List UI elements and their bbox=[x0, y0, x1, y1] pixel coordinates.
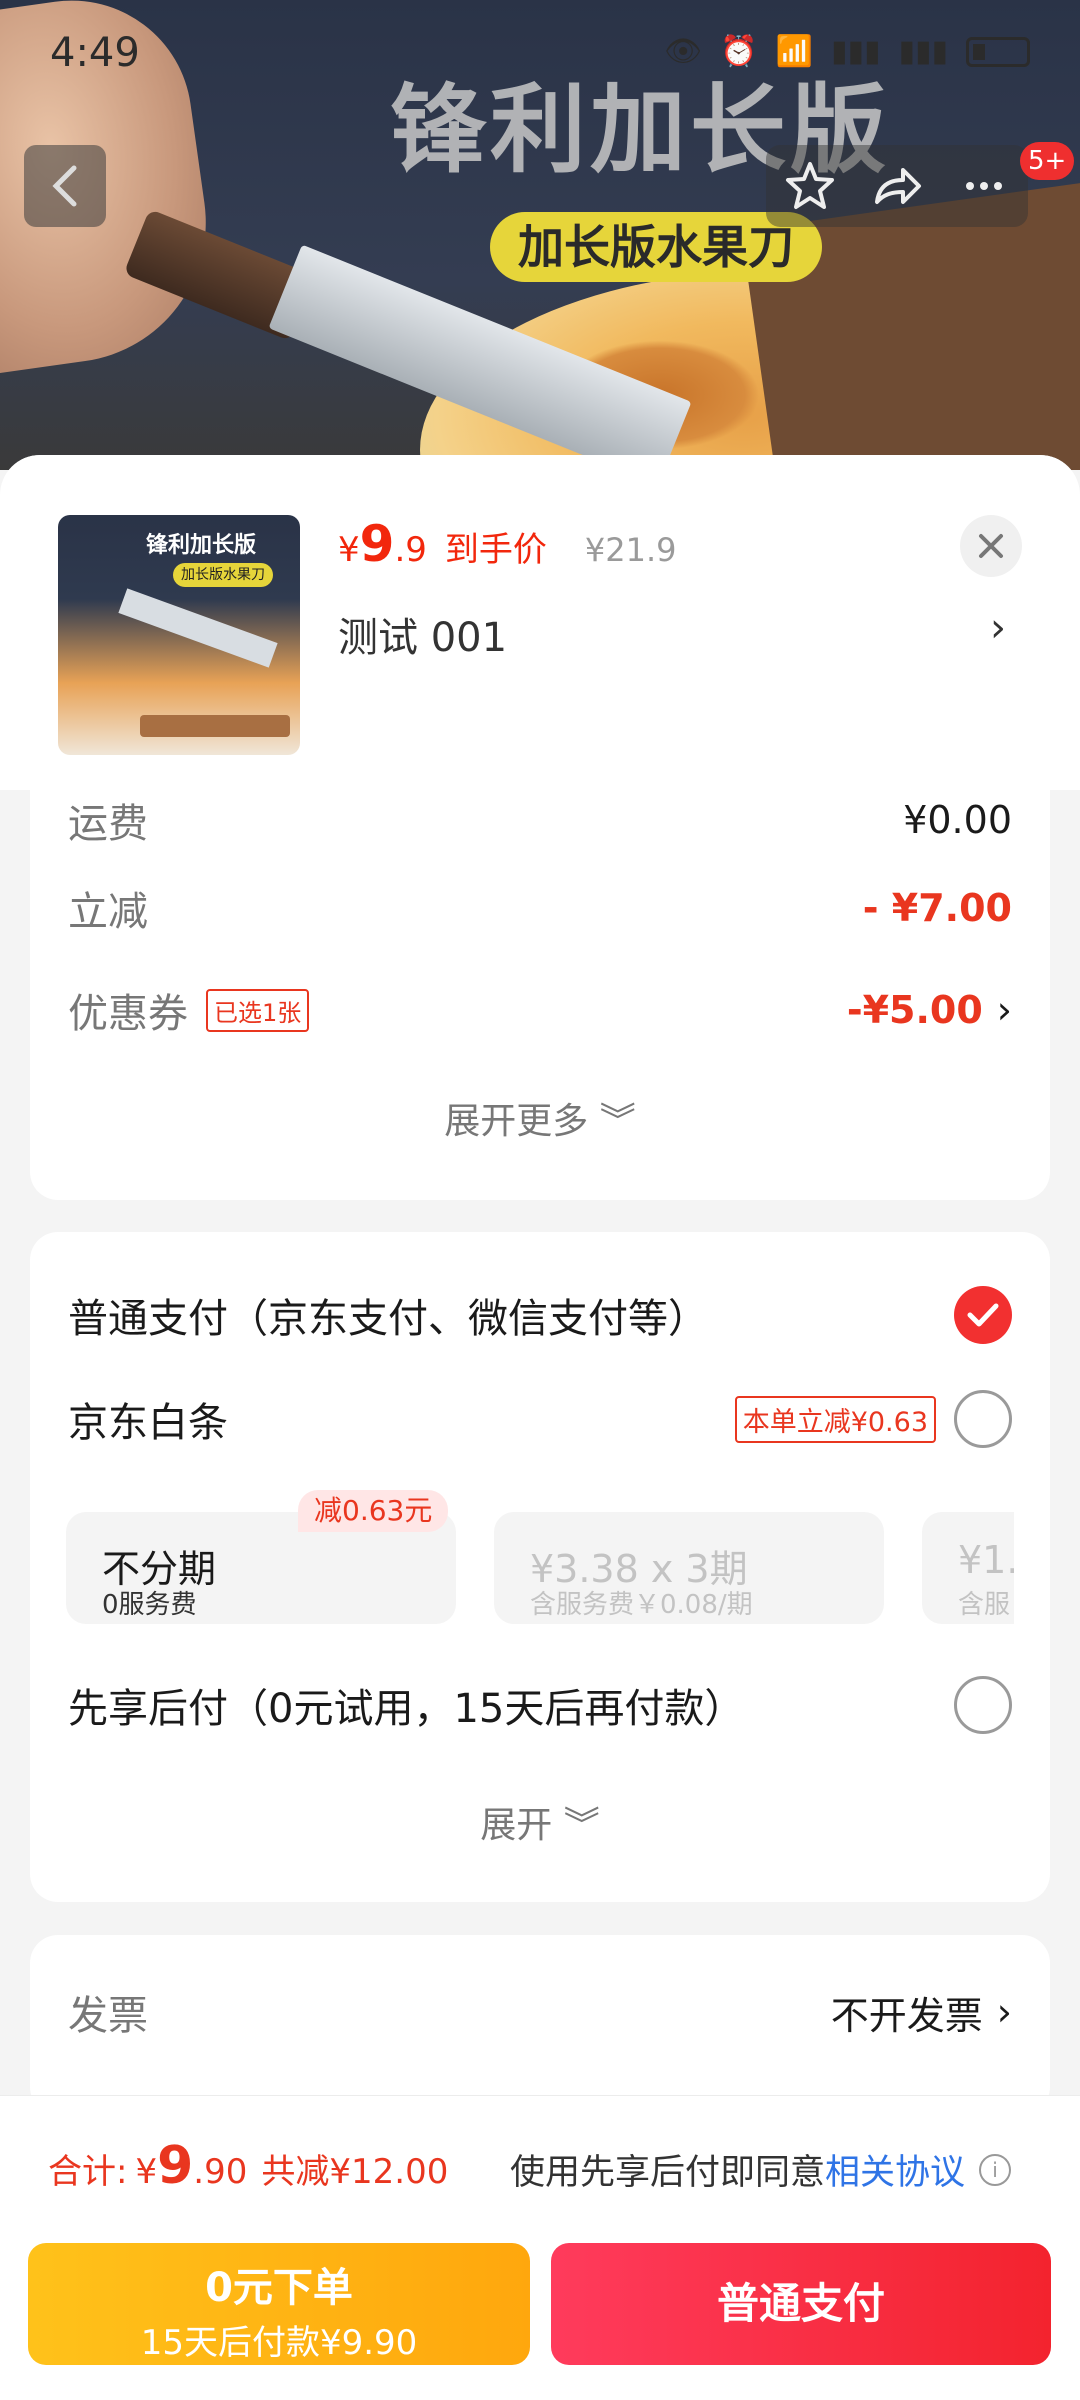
price-tag: 到手价 bbox=[444, 530, 547, 570]
invoice-label: 发票 bbox=[68, 1993, 148, 2039]
price-decimal: .9 bbox=[394, 530, 427, 570]
payment-normal-radio[interactable] bbox=[954, 1286, 1012, 1344]
price-line: ¥ 9 .9 到手价 ¥21.9 bbox=[338, 515, 677, 573]
payment-card: 普通支付（京东支付、微信支付等） 京东白条 本单立减¥0.63 不分期 0服务费… bbox=[30, 1232, 1050, 1902]
total-integer: 9 bbox=[157, 2136, 194, 2196]
signal-icon: ▮▮▮ bbox=[830, 34, 881, 69]
installment-plans: 不分期 0服务费 ¥3.38 x 3期 含服务费￥0.08/期 ¥1.7 含服 bbox=[66, 1502, 1014, 1632]
thumb-title: 锋利加长版 bbox=[146, 533, 257, 558]
status-time: 4:49 bbox=[50, 30, 140, 76]
thumb-knife-graphic bbox=[118, 588, 278, 668]
alarm-icon: ⏰ bbox=[720, 34, 758, 69]
discount-row: 立减 - ¥7.00 bbox=[68, 878, 1012, 938]
thumb-case-graphic bbox=[140, 715, 290, 737]
invoice-row[interactable]: 发票 不开发票 › bbox=[68, 1977, 1012, 2047]
expand-more-button[interactable]: 展开更多 ︾ bbox=[30, 1092, 1050, 1144]
shipping-value: ¥0.00 bbox=[903, 798, 1012, 842]
baitiao-row[interactable]: 京东白条 本单立减¥0.63 bbox=[68, 1384, 1012, 1454]
close-button[interactable] bbox=[960, 515, 1022, 577]
invoice-card: 发票 不开发票 › bbox=[30, 1935, 1050, 2115]
normal-pay-button[interactable]: 普通支付 bbox=[551, 2243, 1051, 2365]
total-currency: ¥ bbox=[135, 2152, 158, 2192]
paylater-row[interactable]: 先享后付（0元试用，15天后再付款） bbox=[68, 1670, 1012, 1740]
plan-discount-badge: 减0.63元 bbox=[298, 1490, 449, 1532]
paylater-radio[interactable] bbox=[954, 1676, 1012, 1734]
coupon-value: -¥5.00 bbox=[846, 988, 983, 1032]
payment-expand-button[interactable]: 展开 ︾ bbox=[30, 1796, 1050, 1848]
chevron-right-icon[interactable]: › bbox=[997, 1990, 1012, 2034]
discount-label: 立减 bbox=[68, 889, 148, 935]
plan-subtitle: 0服务费 bbox=[102, 1590, 197, 1620]
total-label: 合计: bbox=[48, 2152, 128, 2192]
baitiao-radio[interactable] bbox=[954, 1390, 1012, 1448]
baitiao-promo-chip: 本单立减¥0.63 bbox=[734, 1395, 936, 1443]
total-decimal: .90 bbox=[193, 2152, 248, 2192]
plan-subtitle: 含服 bbox=[958, 1590, 1011, 1620]
top-actions-bar bbox=[766, 145, 1028, 227]
chevron-right-icon[interactable]: › bbox=[990, 605, 1006, 651]
thumb-subtitle: 加长版水果刀 bbox=[173, 563, 273, 587]
payment-normal-row[interactable]: 普通支付（京东支付、微信支付等） bbox=[68, 1280, 1012, 1350]
fee-card: 运费 ¥0.00 立减 - ¥7.00 优惠券 已选1张 -¥5.00 › 展开… bbox=[30, 790, 1050, 1200]
more-icon[interactable] bbox=[956, 158, 1012, 214]
selected-spec[interactable]: 测试 001 bbox=[338, 605, 507, 663]
share-icon[interactable] bbox=[869, 158, 925, 214]
price-currency: ¥ bbox=[338, 530, 360, 570]
plan-option[interactable]: ¥3.38 x 3期 含服务费￥0.08/期 bbox=[494, 1512, 884, 1624]
close-icon bbox=[979, 534, 1003, 558]
total-saved: 共减¥12.00 bbox=[261, 2152, 449, 2192]
check-icon bbox=[967, 1303, 999, 1327]
coupon-row[interactable]: 优惠券 已选1张 -¥5.00 › bbox=[68, 980, 1012, 1040]
original-price: ¥21.9 bbox=[584, 531, 677, 569]
status-icons: 👁 ⏰ 📶 ▮▮▮ ▮▮▮ bbox=[664, 34, 1030, 69]
discount-value: - ¥7.00 bbox=[862, 886, 1012, 930]
wifi-icon: 📶 bbox=[775, 34, 813, 69]
paylater-label: 先享后付（0元试用，15天后再付款） bbox=[68, 1686, 745, 1732]
coupon-chip: 已选1张 bbox=[206, 988, 310, 1032]
signal-icon: ▮▮▮ bbox=[898, 34, 948, 69]
plan-subtitle: 含服务费￥0.08/期 bbox=[530, 1590, 753, 1620]
battery-icon bbox=[966, 36, 1030, 67]
notification-badge: 5+ bbox=[1020, 142, 1075, 180]
order-total: 合计: ¥ 9 .90 共减¥12.00 bbox=[48, 2136, 448, 2196]
shipping-row: 运费 ¥0.00 bbox=[68, 790, 1012, 850]
baitiao-label: 京东白条 bbox=[68, 1400, 228, 1446]
shipping-label: 运费 bbox=[68, 801, 148, 847]
sheet-header: 锋利加长版 加长版水果刀 ¥ 9 .9 到手价 ¥21.9 测试 001 › bbox=[0, 455, 1080, 790]
chevron-left-icon bbox=[52, 165, 77, 207]
product-thumbnail[interactable]: 锋利加长版 加长版水果刀 bbox=[58, 515, 300, 755]
status-bar: 4:49 👁 ⏰ 📶 ▮▮▮ ▮▮▮ bbox=[0, 0, 1080, 110]
star-icon[interactable] bbox=[782, 158, 838, 214]
eye-icon: 👁 bbox=[664, 34, 703, 69]
agreement-text: 使用先享后付即同意 bbox=[510, 2153, 826, 2193]
agreement-notice: 使用先享后付即同意 相关协议 i bbox=[510, 2144, 1012, 2195]
payment-normal-label: 普通支付（京东支付、微信支付等） bbox=[68, 1296, 708, 1342]
plan-option[interactable]: ¥1.7 含服 bbox=[922, 1512, 1014, 1624]
back-button[interactable] bbox=[24, 145, 106, 227]
coupon-label: 优惠券 bbox=[68, 991, 188, 1037]
price-integer: 9 bbox=[359, 515, 395, 573]
zero-yuan-order-sublabel: 15天后付款¥9.90 bbox=[140, 2323, 418, 2363]
zero-yuan-order-label: 0元下单 bbox=[205, 2265, 353, 2311]
checkout-bar: 合计: ¥ 9 .90 共减¥12.00 使用先享后付即同意 相关协议 i 0元… bbox=[0, 2095, 1080, 2400]
agreement-link[interactable]: 相关协议 bbox=[825, 2144, 965, 2195]
chevron-right-icon[interactable]: › bbox=[997, 988, 1012, 1032]
info-icon[interactable]: i bbox=[979, 2153, 1012, 2186]
plan-title: ¥1.7 bbox=[958, 1538, 1014, 1582]
zero-yuan-order-button[interactable]: 0元下单 15天后付款¥9.90 bbox=[28, 2243, 530, 2365]
invoice-value: 不开发票 bbox=[830, 1993, 983, 2038]
